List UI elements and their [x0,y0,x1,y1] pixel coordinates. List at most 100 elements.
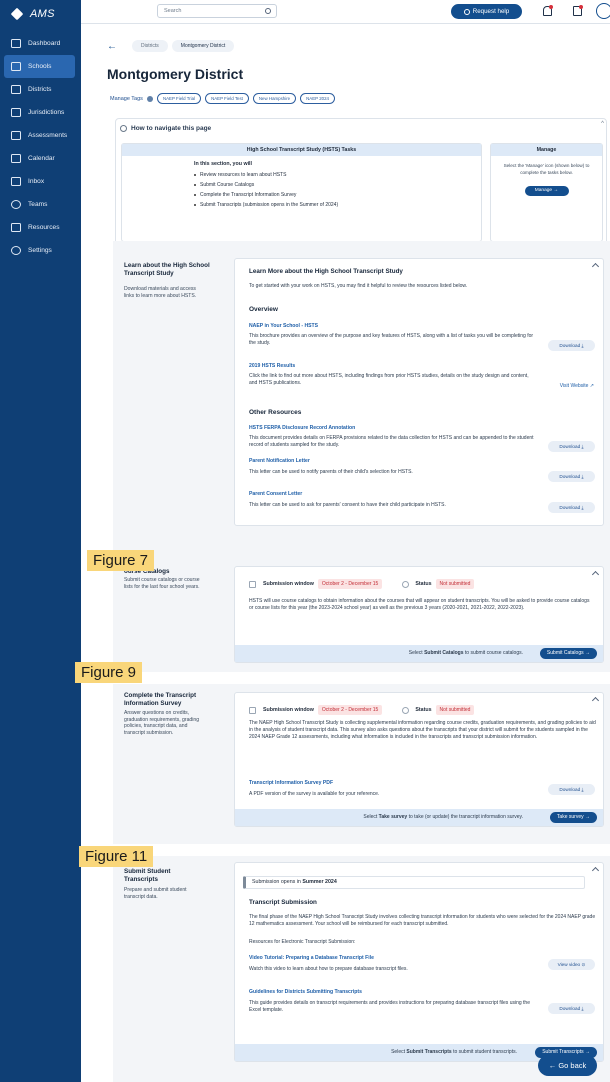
tag[interactable]: NAEP Field Trial [156,93,202,104]
view-video-button[interactable]: View video ⊙ [548,959,595,970]
page-title: Montgomery District [107,66,244,82]
document-icon[interactable] [573,5,583,16]
sidebar-item-jurisdictions[interactable]: Jurisdictions [0,101,81,124]
resource-link[interactable]: 2019 HSTS Results [249,363,295,369]
tag[interactable]: NAEP Field Test [205,93,249,104]
download-button[interactable]: Download ⤓ [548,1003,595,1014]
learn-section: Learn about the High School Transcript S… [113,241,610,557]
sidebar-item-label: Calendar [28,155,55,162]
sidebar-item-resources[interactable]: Resources [0,216,81,239]
resource-desc: This document provides details on FERPA … [249,435,534,448]
brand[interactable]: AMS [0,0,81,28]
cart-icon [11,223,21,232]
notification-dot [579,5,583,9]
other-resources-heading: Other Resources [249,409,302,416]
sidebar-item-calendar[interactable]: Calendar [0,147,81,170]
take-survey-button[interactable]: Take survey → [549,812,597,823]
avatar[interactable] [596,3,610,19]
info-icon[interactable] [146,95,153,102]
tag[interactable]: New Hampshire [252,93,297,104]
resource-link[interactable]: NAEP in Your School - HSTS [249,323,318,329]
chevron-up-icon[interactable] [591,866,600,875]
submit-catalogs-button[interactable]: Submit Catalogs → [539,648,597,659]
download-button[interactable]: Download ⤓ [548,441,595,452]
resource-link[interactable]: Video Tutorial: Preparing a Database Tra… [249,955,374,961]
breadcrumb: Districts Montgomery District [132,40,235,52]
survey-section: Complete the Transcript Information Surv… [113,684,610,844]
brand-name: AMS [30,8,55,20]
back-arrow-icon[interactable]: ← [107,41,117,52]
section-desc: Prepare and submit student transcript da… [124,887,187,900]
chevron-up-icon[interactable] [591,696,600,705]
action-bar: Select Take survey to take (or update) t… [235,809,603,826]
submission-window-badge: October 2 - December 15 [317,705,383,715]
tag[interactable]: NAEP 2024 [300,93,335,104]
checkbox[interactable] [249,580,256,588]
download-button[interactable]: Download ⤓ [548,340,595,351]
transcripts-section: Submit Student Transcripts Prepare and su… [113,856,610,1082]
tags-row: Manage Tags NAEP Field Trial NAEP Field … [110,93,335,104]
inbox-icon [11,177,21,186]
chevron-up-icon[interactable] [591,570,600,579]
go-back-button[interactable]: ← Go back [538,1055,597,1076]
learn-card: Learn More about the High School Transcr… [234,258,604,526]
catalogs-section: ourse Catalogs Submit course catalogs or… [113,557,610,672]
resource-link[interactable]: Guidelines for Districts Submitting Tran… [249,989,362,995]
chevron-up-icon[interactable]: ^ [601,121,604,127]
visit-website-link[interactable]: Visit Website ↗ [560,383,594,389]
tasks-box: High School Transcript Study (HSTS) Task… [121,143,482,242]
status-radio[interactable] [402,580,410,588]
request-help-button[interactable]: Request help [451,4,522,19]
cube-logo-icon [10,7,24,21]
sidebar-item-label: Resources [28,224,60,231]
manage-tags-link[interactable]: Manage Tags [110,96,143,102]
sidebar-item-settings[interactable]: Settings [0,239,81,262]
manage-title: Manage [491,144,602,156]
gear-icon [11,246,21,255]
resource-desc: This letter can be used to ask for paren… [249,502,446,508]
resource-link[interactable]: Parent Notification Letter [249,458,310,464]
sidebar-item-schools[interactable]: Schools [4,55,75,78]
submission-window-badge: October 2 - December 15 [317,579,383,589]
sidebar-item-districts[interactable]: Districts [0,78,81,101]
tasks-intro: In this section, you will [194,161,252,167]
manage-button[interactable]: Manage → [524,186,569,196]
resource-desc: Watch this video to learn about how to p… [249,966,408,972]
download-button[interactable]: Download ⤓ [548,784,595,795]
resource-link[interactable]: Transcript Information Survey PDF [249,780,333,786]
sidebar-item-inbox[interactable]: Inbox [0,170,81,193]
sidebar-item-label: Jurisdictions [28,109,65,116]
transcripts-card: Submission opens in Summer 2024 Transcri… [234,862,604,1062]
sidebar-item-dashboard[interactable]: Dashboard [0,32,81,55]
card-body: The final phase of the NAEP High School … [249,914,596,927]
resource-link[interactable]: HSTS FERPA Disclosure Record Annotation [249,425,355,431]
sidebar-item-label: Districts [28,86,52,93]
action-hint: Select Submit Catalogs to submit course … [408,650,523,656]
section-title: Learn about the High School Transcript S… [124,262,210,277]
sidebar-item-label: Inbox [28,178,45,185]
resource-link[interactable]: Parent Consent Letter [249,491,302,497]
help-icon [463,8,470,15]
sidebar-item-teams[interactable]: Teams [0,193,81,216]
sidebar-item-assessments[interactable]: Assessments [0,124,81,147]
submission-label: Submission window [263,581,314,587]
checkbox[interactable] [249,706,256,714]
resources-label: Resources for Electronic Transcript Subm… [249,939,356,945]
download-button[interactable]: Download ⤓ [548,471,595,482]
download-button[interactable]: Download ⤓ [548,502,595,513]
navigate-title: How to navigate this page [131,125,212,132]
breadcrumb-districts[interactable]: Districts [132,40,168,52]
tasks-list: Review resources to learn about HSTS Sub… [194,170,481,210]
status-radio[interactable] [402,706,410,714]
resource-desc: This guide provides details on transcrip… [249,1000,530,1013]
list-item: Review resources to learn about HSTS [194,170,481,180]
search-placeholder: Search [164,8,182,14]
people-icon [11,200,21,209]
sidebar-item-label: Dashboard [28,40,61,47]
chevron-up-icon[interactable] [591,262,600,271]
navigate-header[interactable]: How to navigate this page [116,119,606,138]
section-desc: Download materials and access links to l… [124,286,197,299]
search-input[interactable]: Search [157,4,277,18]
status-badge: Not submitted [435,705,475,715]
bell-icon[interactable] [543,5,553,16]
